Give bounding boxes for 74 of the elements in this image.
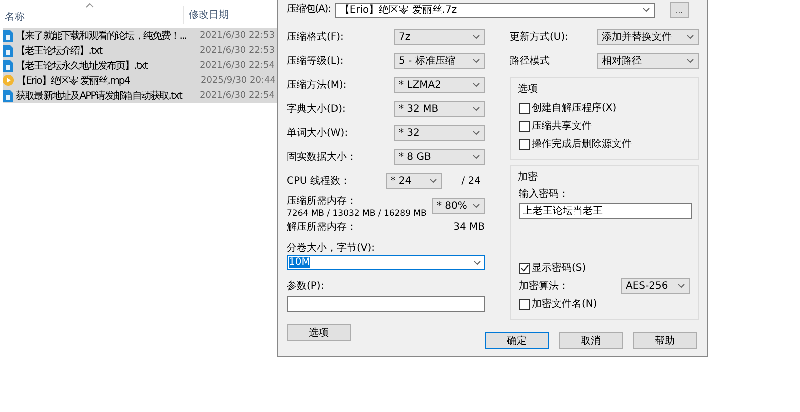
- options-button[interactable]: 选项: [287, 324, 351, 341]
- file-date: 2021/6/30 22:54: [200, 90, 275, 100]
- dropdown[interactable]: * 80%: [432, 198, 485, 214]
- dropdown[interactable]: 7z: [394, 29, 485, 45]
- dialog-button[interactable]: 帮助: [633, 332, 697, 349]
- column-header[interactable]: 修改日期: [183, 6, 229, 24]
- file-name: 获取最新地址及APP请发邮箱自动获取.txt: [16, 90, 184, 102]
- file-name: 【老王论坛介绍】.txt: [16, 44, 104, 58]
- play-icon: [3, 75, 14, 86]
- group-title: 加密: [518, 170, 539, 184]
- field-label: 压缩所需内存：: [287, 194, 358, 208]
- dropdown[interactable]: * 32: [394, 125, 485, 141]
- dropdown[interactable]: * LZMA2: [394, 77, 485, 93]
- field-label: 压缩等级(L):: [287, 54, 344, 68]
- file-date: 2021/6/30 22:53: [200, 30, 275, 40]
- document-icon: [3, 90, 13, 102]
- memory-usage: 7264 MB / 13032 MB / 16289 MB: [287, 208, 427, 218]
- file-name: 【老王论坛永久地址发布页】.txt: [16, 60, 150, 72]
- checkbox-label: 显示密码(S): [532, 262, 586, 275]
- file-row[interactable]: 【来了就能下载和观看的论坛，纯免费！... 2021/6/30 22:53: [3, 28, 278, 43]
- sort-caret-icon: [86, 3, 94, 8]
- file-name: 【Erio】绝区零 爱丽丝.mp4: [17, 74, 132, 88]
- file-row[interactable]: 获取最新地址及APP请发邮箱自动获取.txt 2021/6/30 22:54: [3, 88, 278, 103]
- dropdown[interactable]: AES-256: [621, 278, 690, 294]
- checkbox-label: 操作完成后删除源文件: [532, 138, 632, 151]
- field-label: 字典大小(D):: [287, 102, 346, 116]
- file-date: 2021/6/30 22:53: [200, 46, 275, 56]
- split-size-dropdown[interactable]: 10M: [287, 255, 485, 270]
- field-label: 单词大小(W):: [287, 126, 348, 140]
- dropdown[interactable]: 5 - 标准压缩: [394, 53, 485, 69]
- checkbox[interactable]: [519, 138, 530, 150]
- document-icon: [3, 60, 13, 72]
- checkbox-label: 创建自解压程序(X): [532, 102, 617, 115]
- dialog-button[interactable]: 确定: [485, 332, 549, 349]
- group-title: 选项: [518, 82, 539, 96]
- file-name: 【来了就能下载和观看的论坛，纯免费！...: [16, 30, 188, 42]
- browse-button[interactable]: ...: [670, 2, 689, 18]
- checkbox[interactable]: [519, 120, 530, 132]
- field-label: 压缩格式(F):: [287, 30, 344, 44]
- checkbox[interactable]: [519, 298, 530, 310]
- field-label: 固实数据大小：: [287, 150, 357, 164]
- field-label: 压缩方法(M):: [287, 78, 347, 92]
- field-label: 压缩包(A):: [287, 4, 331, 16]
- parameters-field[interactable]: [287, 296, 485, 312]
- checkbox[interactable]: [519, 262, 530, 274]
- file-date: 2025/9/30 20:44: [201, 76, 276, 86]
- file-row[interactable]: 【Erio】绝区零 爱丽丝.mp4 2025/9/30 20:44: [3, 73, 278, 88]
- checkbox[interactable]: [519, 102, 530, 114]
- column-header[interactable]: 名称: [0, 10, 183, 24]
- field-label: CPU 线程数：: [287, 174, 351, 188]
- field-label: 路径模式: [510, 54, 550, 68]
- memory-value: 34 MB: [454, 222, 485, 232]
- field-label: 加密算法：: [519, 280, 569, 293]
- dropdown[interactable]: 相对路径: [597, 53, 699, 69]
- dropdown[interactable]: * 32 MB: [394, 101, 485, 117]
- checkbox-label: 加密文件名(N): [532, 298, 598, 311]
- document-icon: [3, 30, 13, 42]
- checkbox-label: 压缩共享文件: [532, 120, 592, 133]
- field-label: 参数(P):: [287, 280, 326, 293]
- dropdown[interactable]: 添加并替换文件: [597, 29, 699, 45]
- dropdown[interactable]: * 8 GB: [394, 149, 485, 165]
- file-row[interactable]: 【老王论坛永久地址发布页】.txt 2021/6/30 22:54: [3, 58, 278, 73]
- file-date: 2021/6/30 22:54: [200, 60, 275, 70]
- dialog-button[interactable]: 取消: [559, 332, 623, 349]
- field-label: 分卷大小，字节(V):: [287, 242, 376, 255]
- document-icon: [3, 44, 13, 56]
- field-label: 更新方式(U):: [510, 30, 568, 44]
- archive-name-field[interactable]: 【Erio】绝区零 爱丽丝.7z: [334, 2, 655, 18]
- field-label: 输入密码：: [519, 188, 570, 201]
- dropdown[interactable]: * 24: [386, 173, 442, 189]
- field-label: 解压所需内存：: [287, 220, 357, 234]
- thread-max: / 24: [462, 176, 481, 186]
- password-field[interactable]: 上老王论坛当老王: [519, 203, 692, 219]
- file-row[interactable]: 【老王论坛介绍】.txt 2021/6/30 22:53: [3, 43, 278, 58]
